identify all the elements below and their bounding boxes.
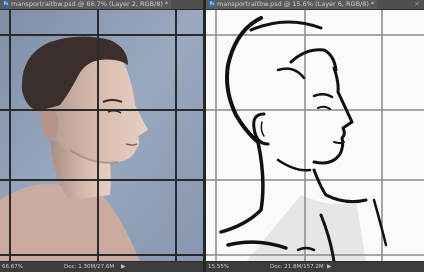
left-tab-title: mansportraitbw.psd @ 66.7% (Layer 2, RGB… [11, 0, 169, 8]
ps-document-icon: Ps [3, 1, 9, 7]
left-zoom-level[interactable]: 66.67% [2, 262, 23, 272]
left-status-bar: 66.67% Doc: 1.30M/27.6M ▶ [0, 261, 203, 272]
right-tab-title: mansportraitbw.psd @ 15.6% (Layer 6, RGB… [217, 0, 375, 8]
right-doc-size: Doc: 21.8M/157.2M [270, 264, 324, 270]
left-document-window[interactable]: Ps mansportraitbw.psd @ 66.7% (Layer 2, R… [0, 0, 203, 272]
left-document-tab[interactable]: Ps mansportraitbw.psd @ 66.7% (Layer 2, R… [0, 0, 172, 9]
right-status-bar: 15.55% Doc: 21.8M/157.2M ▶ [206, 261, 424, 272]
triangle-right-icon[interactable]: ▶ [327, 262, 332, 272]
triangle-right-icon[interactable]: ▶ [121, 262, 126, 272]
right-tab-bar: Ps mansportraitbw.psd @ 15.6% (Layer 6, R… [206, 0, 424, 10]
left-canvas-photo[interactable] [0, 10, 203, 262]
portrait-photo [0, 10, 203, 262]
right-canvas-sketch[interactable] [206, 10, 424, 262]
right-document-window[interactable]: Ps mansportraitbw.psd @ 15.6% (Layer 6, R… [206, 0, 424, 272]
left-doc-size: Doc: 1.30M/27.6M [64, 264, 115, 270]
right-document-tab[interactable]: Ps mansportraitbw.psd @ 15.6% (Layer 6, R… [206, 0, 378, 9]
right-zoom-level[interactable]: 15.55% [208, 262, 229, 272]
left-tab-bar: Ps mansportraitbw.psd @ 66.7% (Layer 2, R… [0, 0, 203, 10]
close-icon[interactable]: × [414, 0, 420, 9]
ps-document-icon: Ps [209, 1, 215, 7]
portrait-sketch [206, 10, 424, 262]
